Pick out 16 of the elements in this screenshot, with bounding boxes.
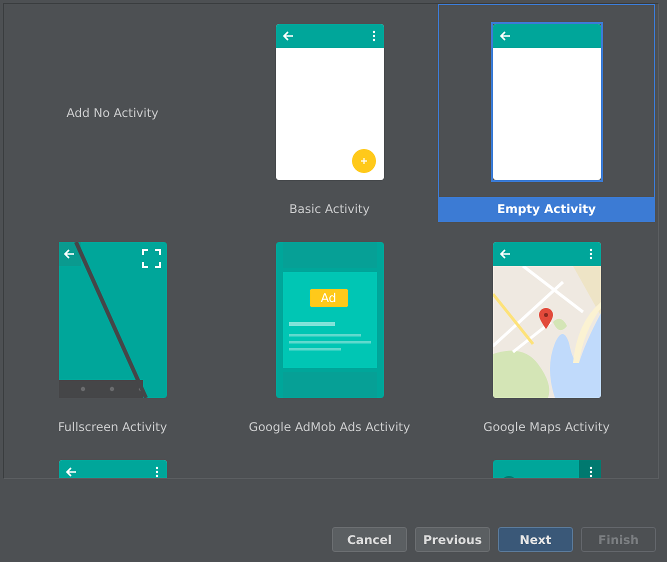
template-label: Empty Activity — [497, 202, 596, 216]
template-label: Basic Activity — [289, 202, 370, 216]
template-label: Google Maps Activity — [483, 420, 610, 434]
template-tile[interactable]: Google Maps Activity — [438, 222, 655, 440]
dialog-button[interactable]: Previous — [415, 527, 490, 552]
template-tile[interactable]: Basic Activity — [221, 4, 438, 222]
dialog-button[interactable]: Cancel — [332, 527, 407, 552]
dialog-button[interactable]: Next — [498, 527, 573, 552]
template-label: Add No Activity — [66, 106, 159, 120]
ad-text: Ad — [320, 290, 338, 307]
template-tile[interactable]: Add No Activity — [4, 4, 221, 222]
template-label: Google AdMob Ads Activity — [248, 420, 410, 434]
template-tile[interactable]: Ad Google AdMob Ads Activity — [221, 222, 438, 440]
template-tile[interactable]: Empty Activity — [438, 4, 655, 222]
template-tile[interactable]: Fullscreen Activity — [4, 222, 221, 440]
template-label: Fullscreen Activity — [58, 420, 168, 434]
